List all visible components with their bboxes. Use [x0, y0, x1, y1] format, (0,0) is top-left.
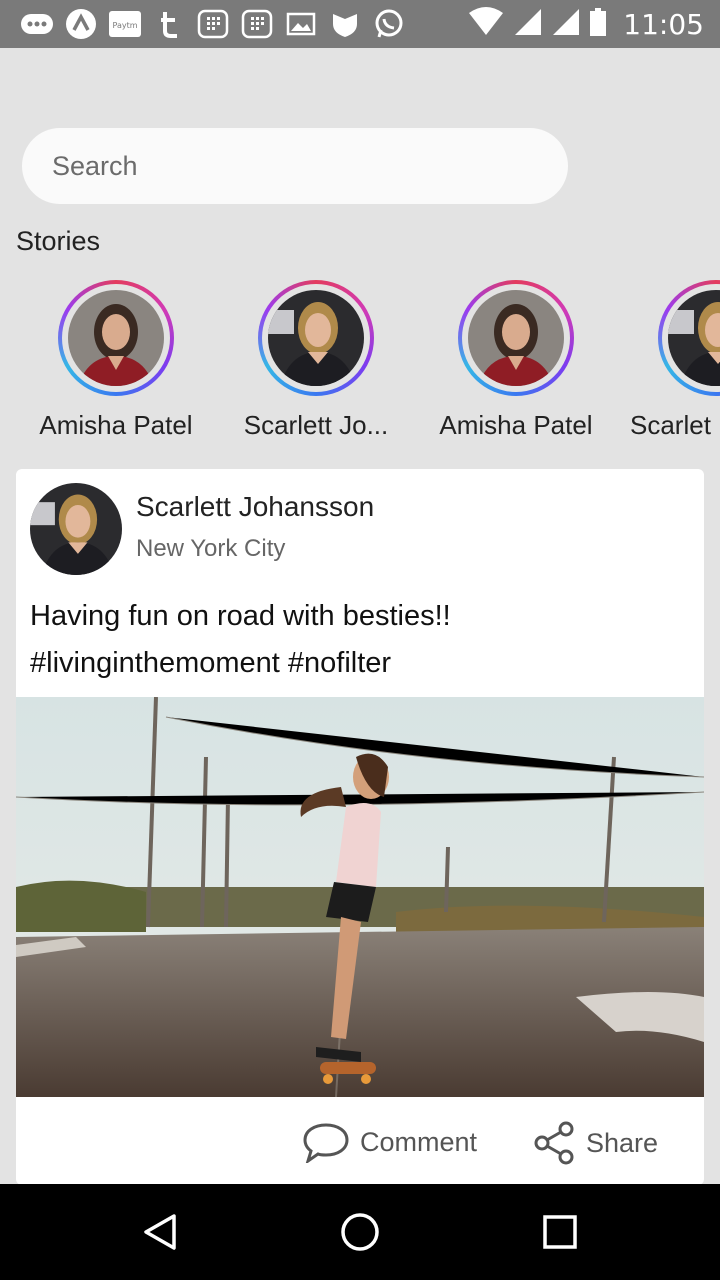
avatar	[468, 290, 564, 386]
back-button[interactable]	[138, 1210, 182, 1254]
comment-icon	[303, 1123, 349, 1163]
story-ring[interactable]	[58, 280, 174, 396]
search-bar[interactable]	[22, 128, 568, 204]
post-photo[interactable]	[16, 697, 704, 1097]
avatar	[268, 290, 364, 386]
back-icon	[144, 1214, 176, 1250]
story-item[interactable]: Amisha Patel	[416, 280, 616, 441]
calculator-icon	[196, 9, 230, 39]
paytm-icon: Paytm	[108, 9, 142, 39]
stories-row[interactable]: Amisha Patel Scarlett Jo... Amisha Patel	[0, 280, 720, 450]
search-input[interactable]	[50, 149, 568, 183]
post-text-line: Having fun on road with besties!!	[30, 600, 451, 632]
post-actions: Comment Share	[16, 1097, 704, 1185]
battery-icon	[589, 7, 607, 41]
home-icon	[341, 1213, 379, 1251]
avatar	[668, 290, 720, 386]
svg-text:Paytm: Paytm	[112, 21, 137, 30]
wifi-icon	[467, 7, 505, 41]
notification-icons: Paytm	[0, 9, 406, 39]
recents-button[interactable]	[538, 1210, 582, 1254]
comment-label: Comment	[360, 1126, 478, 1157]
comment-button[interactable]: Comment	[302, 1121, 477, 1163]
status-bar: Paytm 11:05	[0, 0, 720, 48]
calculator-icon	[240, 9, 274, 39]
home-button[interactable]	[338, 1210, 382, 1254]
story-name: Amisha Patel	[39, 410, 193, 440]
post-card: Scarlett Johansson New York City Having …	[16, 469, 704, 1185]
story-ring[interactable]	[658, 280, 720, 396]
more-icon	[20, 9, 54, 39]
signal-icon	[551, 7, 581, 41]
share-icon	[534, 1121, 574, 1165]
share-label: Share	[586, 1127, 659, 1158]
story-item[interactable]: Scarlet	[616, 280, 720, 441]
stories-title: Stories	[16, 226, 101, 256]
story-name: Amisha Patel	[439, 410, 593, 440]
post-hashtags: #livinginthemoment #nofilter	[30, 647, 392, 679]
shield-icon	[328, 9, 362, 39]
signal-icon	[513, 7, 543, 41]
tumblr-icon	[152, 9, 186, 39]
share-button[interactable]: Share	[532, 1121, 658, 1165]
recents-icon	[543, 1215, 577, 1249]
post-text: Having fun on road with besties!! #livin…	[30, 593, 690, 687]
story-ring[interactable]	[458, 280, 574, 396]
story-name: Scarlett Jo...	[243, 410, 389, 440]
system-icons: 11:05	[467, 7, 720, 41]
story-ring[interactable]	[258, 280, 374, 396]
avatar[interactable]	[30, 483, 122, 575]
clock: 11:05	[623, 7, 704, 41]
story-name: Scarlet	[630, 410, 711, 440]
post-location: New York City	[136, 535, 286, 562]
avatar	[68, 290, 164, 386]
post-author[interactable]: Scarlett Johansson	[136, 491, 374, 523]
story-item[interactable]: Amisha Patel	[16, 280, 216, 441]
image-icon	[284, 9, 318, 39]
app-a-icon	[64, 9, 98, 39]
story-item[interactable]: Scarlett Jo...	[216, 280, 416, 441]
whatsapp-icon	[372, 9, 406, 39]
navigation-bar	[0, 1184, 720, 1280]
